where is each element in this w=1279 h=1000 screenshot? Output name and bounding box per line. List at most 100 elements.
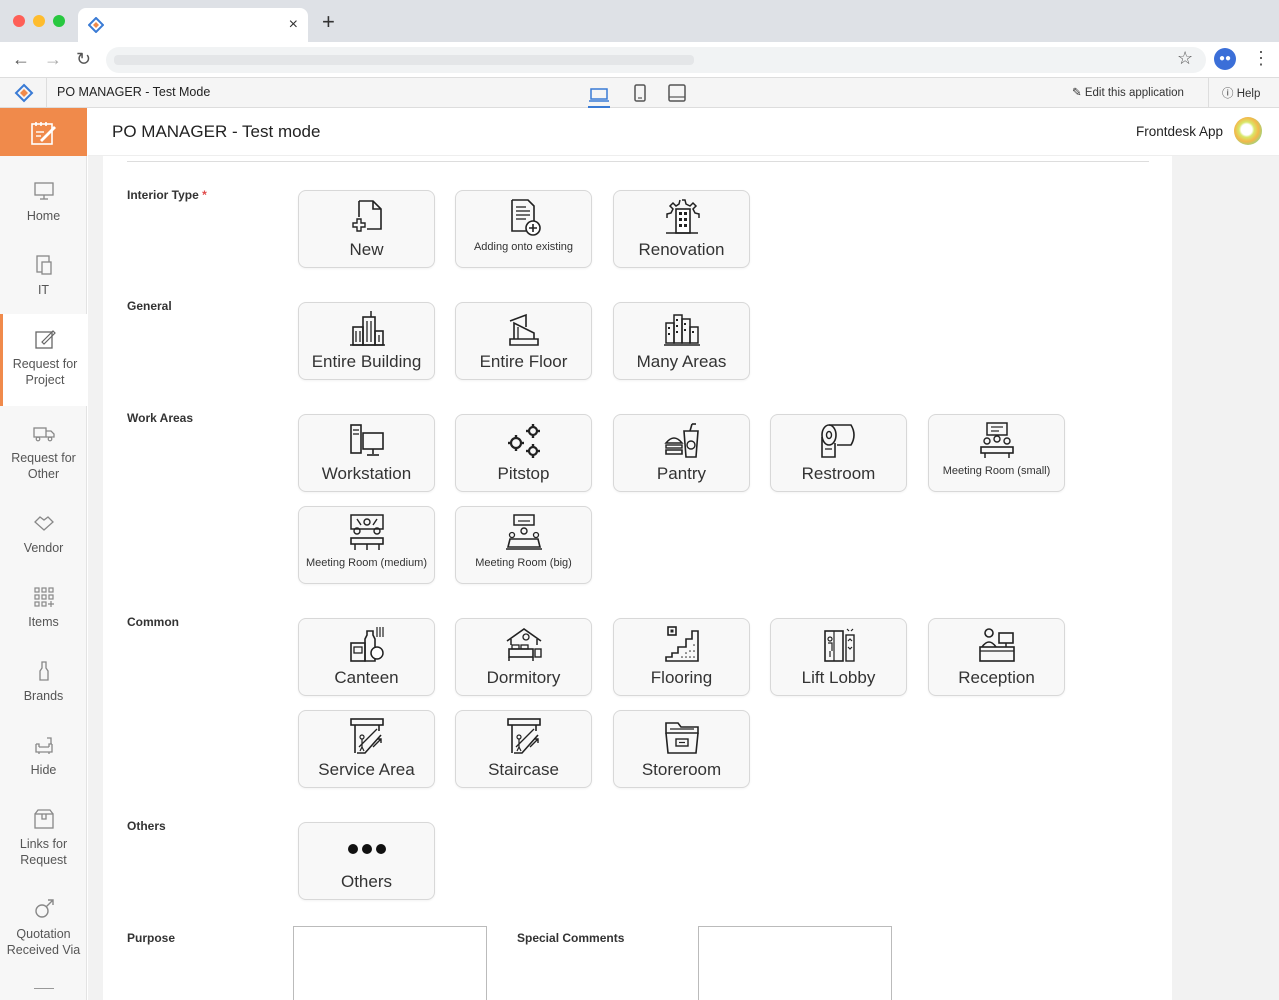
back-icon[interactable]: ← — [12, 50, 30, 68]
sidebar-item-label: Home — [26, 209, 61, 223]
sidebar-item-items[interactable]: Items — [0, 586, 87, 630]
option-flooring[interactable]: Flooring — [613, 618, 750, 696]
profile-avatar[interactable]: ●● — [1214, 48, 1236, 70]
meeting-medium-icon — [349, 514, 384, 550]
option-label: Adding onto existing — [473, 241, 574, 253]
sidebar-item-quotation-received-via[interactable]: Quotation Received Via — [0, 898, 87, 958]
browser-tab-bar: × + — [0, 0, 1279, 42]
sidebar-item-links-for-request[interactable]: Links for Request — [0, 808, 87, 868]
sofa-icon — [34, 737, 53, 754]
option-label: Others — [340, 872, 393, 891]
sidebar-item-request-for-project[interactable]: Request for Project — [0, 314, 87, 406]
option-meeting-room-medium[interactable]: Meeting Room (medium) — [298, 506, 435, 584]
forward-icon[interactable]: → — [44, 50, 62, 68]
reception-desk-icon — [978, 628, 1015, 662]
option-pantry[interactable]: Pantry — [613, 414, 750, 492]
option-staircase[interactable]: Staircase — [455, 710, 592, 788]
close-tab-icon[interactable]: × — [289, 16, 298, 34]
monitor-icon — [33, 182, 54, 200]
stairs-pattern-icon — [664, 626, 699, 662]
option-entire-building[interactable]: Entire Building — [298, 302, 435, 380]
divider — [1208, 78, 1209, 108]
reload-icon[interactable]: ↻ — [76, 50, 91, 68]
option-storeroom[interactable]: Storeroom — [613, 710, 750, 788]
help-link[interactable]: ⓘ Help — [1222, 85, 1260, 101]
option-lift-lobby[interactable]: Lift Lobby — [770, 618, 907, 696]
sidebar-item-vendor[interactable]: Vendor — [0, 512, 87, 556]
url-input[interactable] — [106, 47, 1206, 73]
required-mark: * — [202, 188, 207, 202]
app-logo-icon — [88, 17, 104, 33]
option-many-areas[interactable]: Many Areas — [613, 302, 750, 380]
option-service-area[interactable]: Service Area — [298, 710, 435, 788]
floor-icon — [508, 313, 539, 346]
mobile-view-icon[interactable] — [629, 84, 651, 102]
option-canteen[interactable]: Canteen — [298, 618, 435, 696]
option-entire-floor[interactable]: Entire Floor — [455, 302, 592, 380]
common-label: Common — [127, 615, 179, 629]
option-label: New — [349, 240, 384, 259]
close-window-button[interactable] — [13, 15, 25, 27]
others-label: Others — [127, 819, 166, 833]
option-others[interactable]: Others — [298, 822, 435, 900]
option-label: Restroom — [801, 464, 876, 483]
app-logo-icon[interactable] — [14, 83, 34, 103]
sidebar-item-label: Brands — [23, 689, 64, 703]
minimize-window-button[interactable] — [33, 15, 45, 27]
meeting-small-icon — [979, 422, 1014, 458]
edit-box-icon — [35, 330, 56, 349]
option-label: Flooring — [650, 668, 713, 687]
purpose-input[interactable] — [293, 926, 487, 1000]
browser-menu-icon[interactable]: ⋮ — [1252, 48, 1270, 69]
option-restroom[interactable]: Restroom — [770, 414, 907, 492]
food-drink-icon — [663, 423, 699, 458]
frontdesk-app-link[interactable]: Frontdesk App — [1136, 124, 1223, 139]
gears-icon — [507, 424, 540, 458]
special-comments-label: Special Comments — [517, 931, 625, 945]
desktop-view-icon[interactable] — [588, 84, 610, 108]
sidebar-item-it[interactable]: IT — [0, 254, 87, 298]
request-form: Interior Type * New Adding onto existing — [103, 156, 1172, 1000]
option-meeting-room-small[interactable]: Meeting Room (small) — [928, 414, 1065, 492]
sidebar-item-label: Hide — [30, 763, 57, 777]
option-renovation[interactable]: Renovation — [613, 190, 750, 268]
sidebar-item-brands[interactable]: Brands — [0, 660, 87, 704]
city-icon — [663, 314, 700, 346]
url-text-redacted — [114, 55, 694, 65]
avatar[interactable] — [1234, 117, 1262, 145]
option-label: Storeroom — [641, 760, 722, 779]
browser-tab[interactable]: × — [78, 8, 308, 42]
maximize-window-button[interactable] — [53, 15, 65, 27]
divider — [127, 161, 1149, 162]
option-pitstop[interactable]: Pitstop — [455, 414, 592, 492]
help-icon: ⓘ — [1222, 88, 1234, 100]
new-tab-button[interactable]: + — [322, 11, 335, 33]
brand-tile[interactable] — [0, 108, 87, 156]
building-icon — [349, 311, 385, 346]
special-comments-input[interactable] — [698, 926, 892, 1000]
option-new[interactable]: New — [298, 190, 435, 268]
purpose-label: Purpose — [127, 931, 176, 945]
address-bar: ← → ↻ ☆ ●● ⋮ — [0, 42, 1279, 78]
option-reception[interactable]: Reception — [928, 618, 1065, 696]
option-label: Meeting Room (big) — [475, 557, 572, 569]
notepad-logo-icon — [31, 122, 56, 145]
option-label: Meeting Room (small) — [942, 465, 1051, 477]
sidebar-item-home[interactable]: Home — [0, 180, 87, 224]
more-indicator — [34, 988, 54, 989]
option-label: Canteen — [334, 668, 399, 687]
option-adding-onto-existing[interactable]: Adding onto existing — [455, 190, 592, 268]
option-dormitory[interactable]: Dormitory — [455, 618, 592, 696]
edit-application-link[interactable]: ✎ Edit this application — [1072, 85, 1184, 99]
sidebar-item-label: Request for Project — [12, 357, 78, 387]
sidebar-item-hide[interactable]: Hide — [0, 734, 87, 778]
option-workstation[interactable]: Workstation — [298, 414, 435, 492]
sidebar-item-request-for-other[interactable]: Request for Other — [0, 422, 87, 482]
bottle-icon — [38, 661, 49, 681]
sidebar-item-label: IT — [37, 283, 50, 297]
option-meeting-room-big[interactable]: Meeting Room (big) — [455, 506, 592, 584]
tablet-view-icon[interactable] — [666, 84, 688, 102]
bookmark-star-icon[interactable]: ☆ — [1177, 48, 1193, 69]
option-label: Workstation — [321, 464, 412, 483]
option-label: Reception — [958, 668, 1035, 687]
